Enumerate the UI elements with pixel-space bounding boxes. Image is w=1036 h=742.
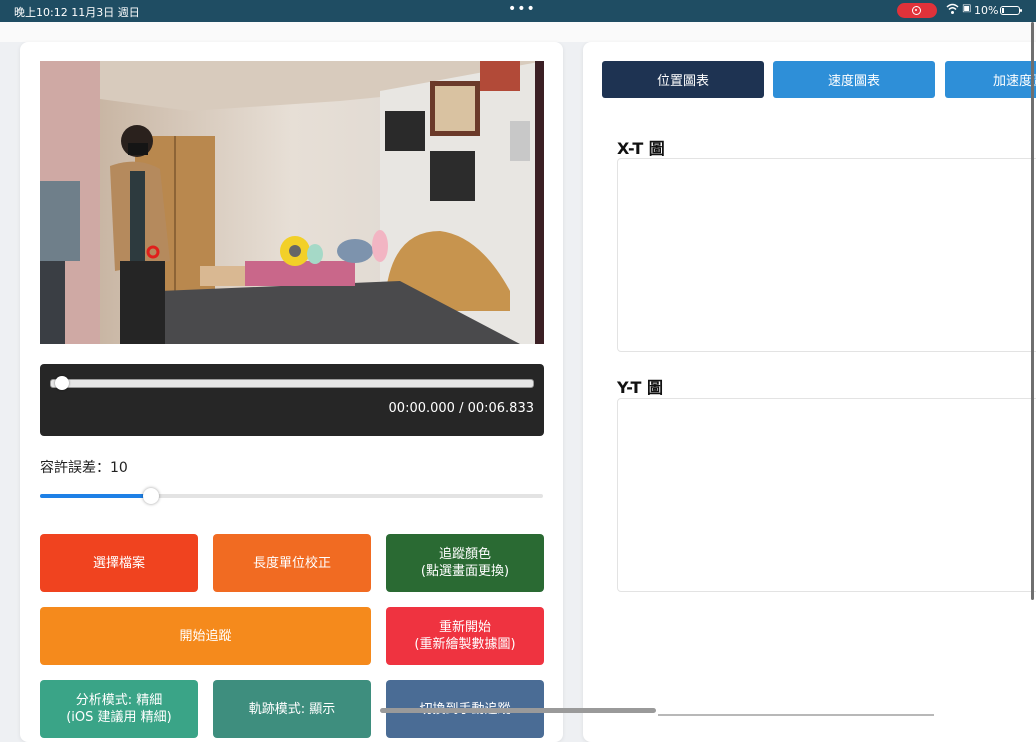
video-frame[interactable] xyxy=(40,61,544,344)
video-seek-track[interactable] xyxy=(50,379,534,388)
tolerance-slider-knob[interactable] xyxy=(142,488,159,504)
battery-icon xyxy=(1000,6,1022,15)
page-top-strip xyxy=(0,22,1036,42)
wifi-icon xyxy=(946,3,959,14)
video-scene-image xyxy=(40,61,544,344)
screen-recording-icon[interactable] xyxy=(897,3,937,18)
tab-acceleration-chart[interactable]: 加速度圖 xyxy=(945,61,1036,98)
battery-percentage: 10% xyxy=(974,4,999,17)
multitasking-dots-icon[interactable]: ••• xyxy=(508,1,536,17)
tolerance-slider-track[interactable] xyxy=(40,494,543,498)
bottom-indicator-line xyxy=(658,714,934,716)
home-indicator[interactable] xyxy=(380,708,656,713)
status-time: 晚上10:12 11月3日 週日 xyxy=(14,6,140,19)
track-color-button[interactable]: 追蹤顏色 (點選畫面更換) xyxy=(386,534,544,592)
tolerance-label: 容許誤差：10 xyxy=(40,460,128,476)
tab-velocity-chart[interactable]: 速度圖表 xyxy=(773,61,935,98)
yt-chart-area xyxy=(617,398,1036,592)
tab-position-chart[interactable]: 位置圖表 xyxy=(602,61,764,98)
yt-chart-title: Y-T 圖 xyxy=(617,378,664,397)
status-bar: 晚上10:12 11月3日 週日 ••• ▣ 10% xyxy=(0,0,1036,22)
orientation-lock-icon: ▣ xyxy=(962,3,972,14)
trajectory-mode-button[interactable]: 軌跡模式: 顯示 xyxy=(213,680,371,738)
calibrate-length-button[interactable]: 長度單位校正 xyxy=(213,534,371,592)
video-time-display: 00:00.000 / 00:06.833 xyxy=(388,401,534,416)
xt-chart-title: X-T 圖 xyxy=(617,139,665,158)
analysis-mode-button[interactable]: 分析模式: 精細 (iOS 建議用 精細) xyxy=(40,680,198,738)
xt-chart-area xyxy=(617,158,1036,352)
video-seek-knob[interactable] xyxy=(55,376,69,390)
page-scrollbar[interactable] xyxy=(1031,22,1034,600)
select-file-button[interactable]: 選擇檔案 xyxy=(40,534,198,592)
video-player-controls: 00:00.000 / 00:06.833 xyxy=(40,364,544,436)
restart-button[interactable]: 重新開始 (重新繪製數據圖) xyxy=(386,607,544,665)
tolerance-slider-fill xyxy=(40,494,151,498)
start-tracking-button[interactable]: 開始追蹤 xyxy=(40,607,371,665)
